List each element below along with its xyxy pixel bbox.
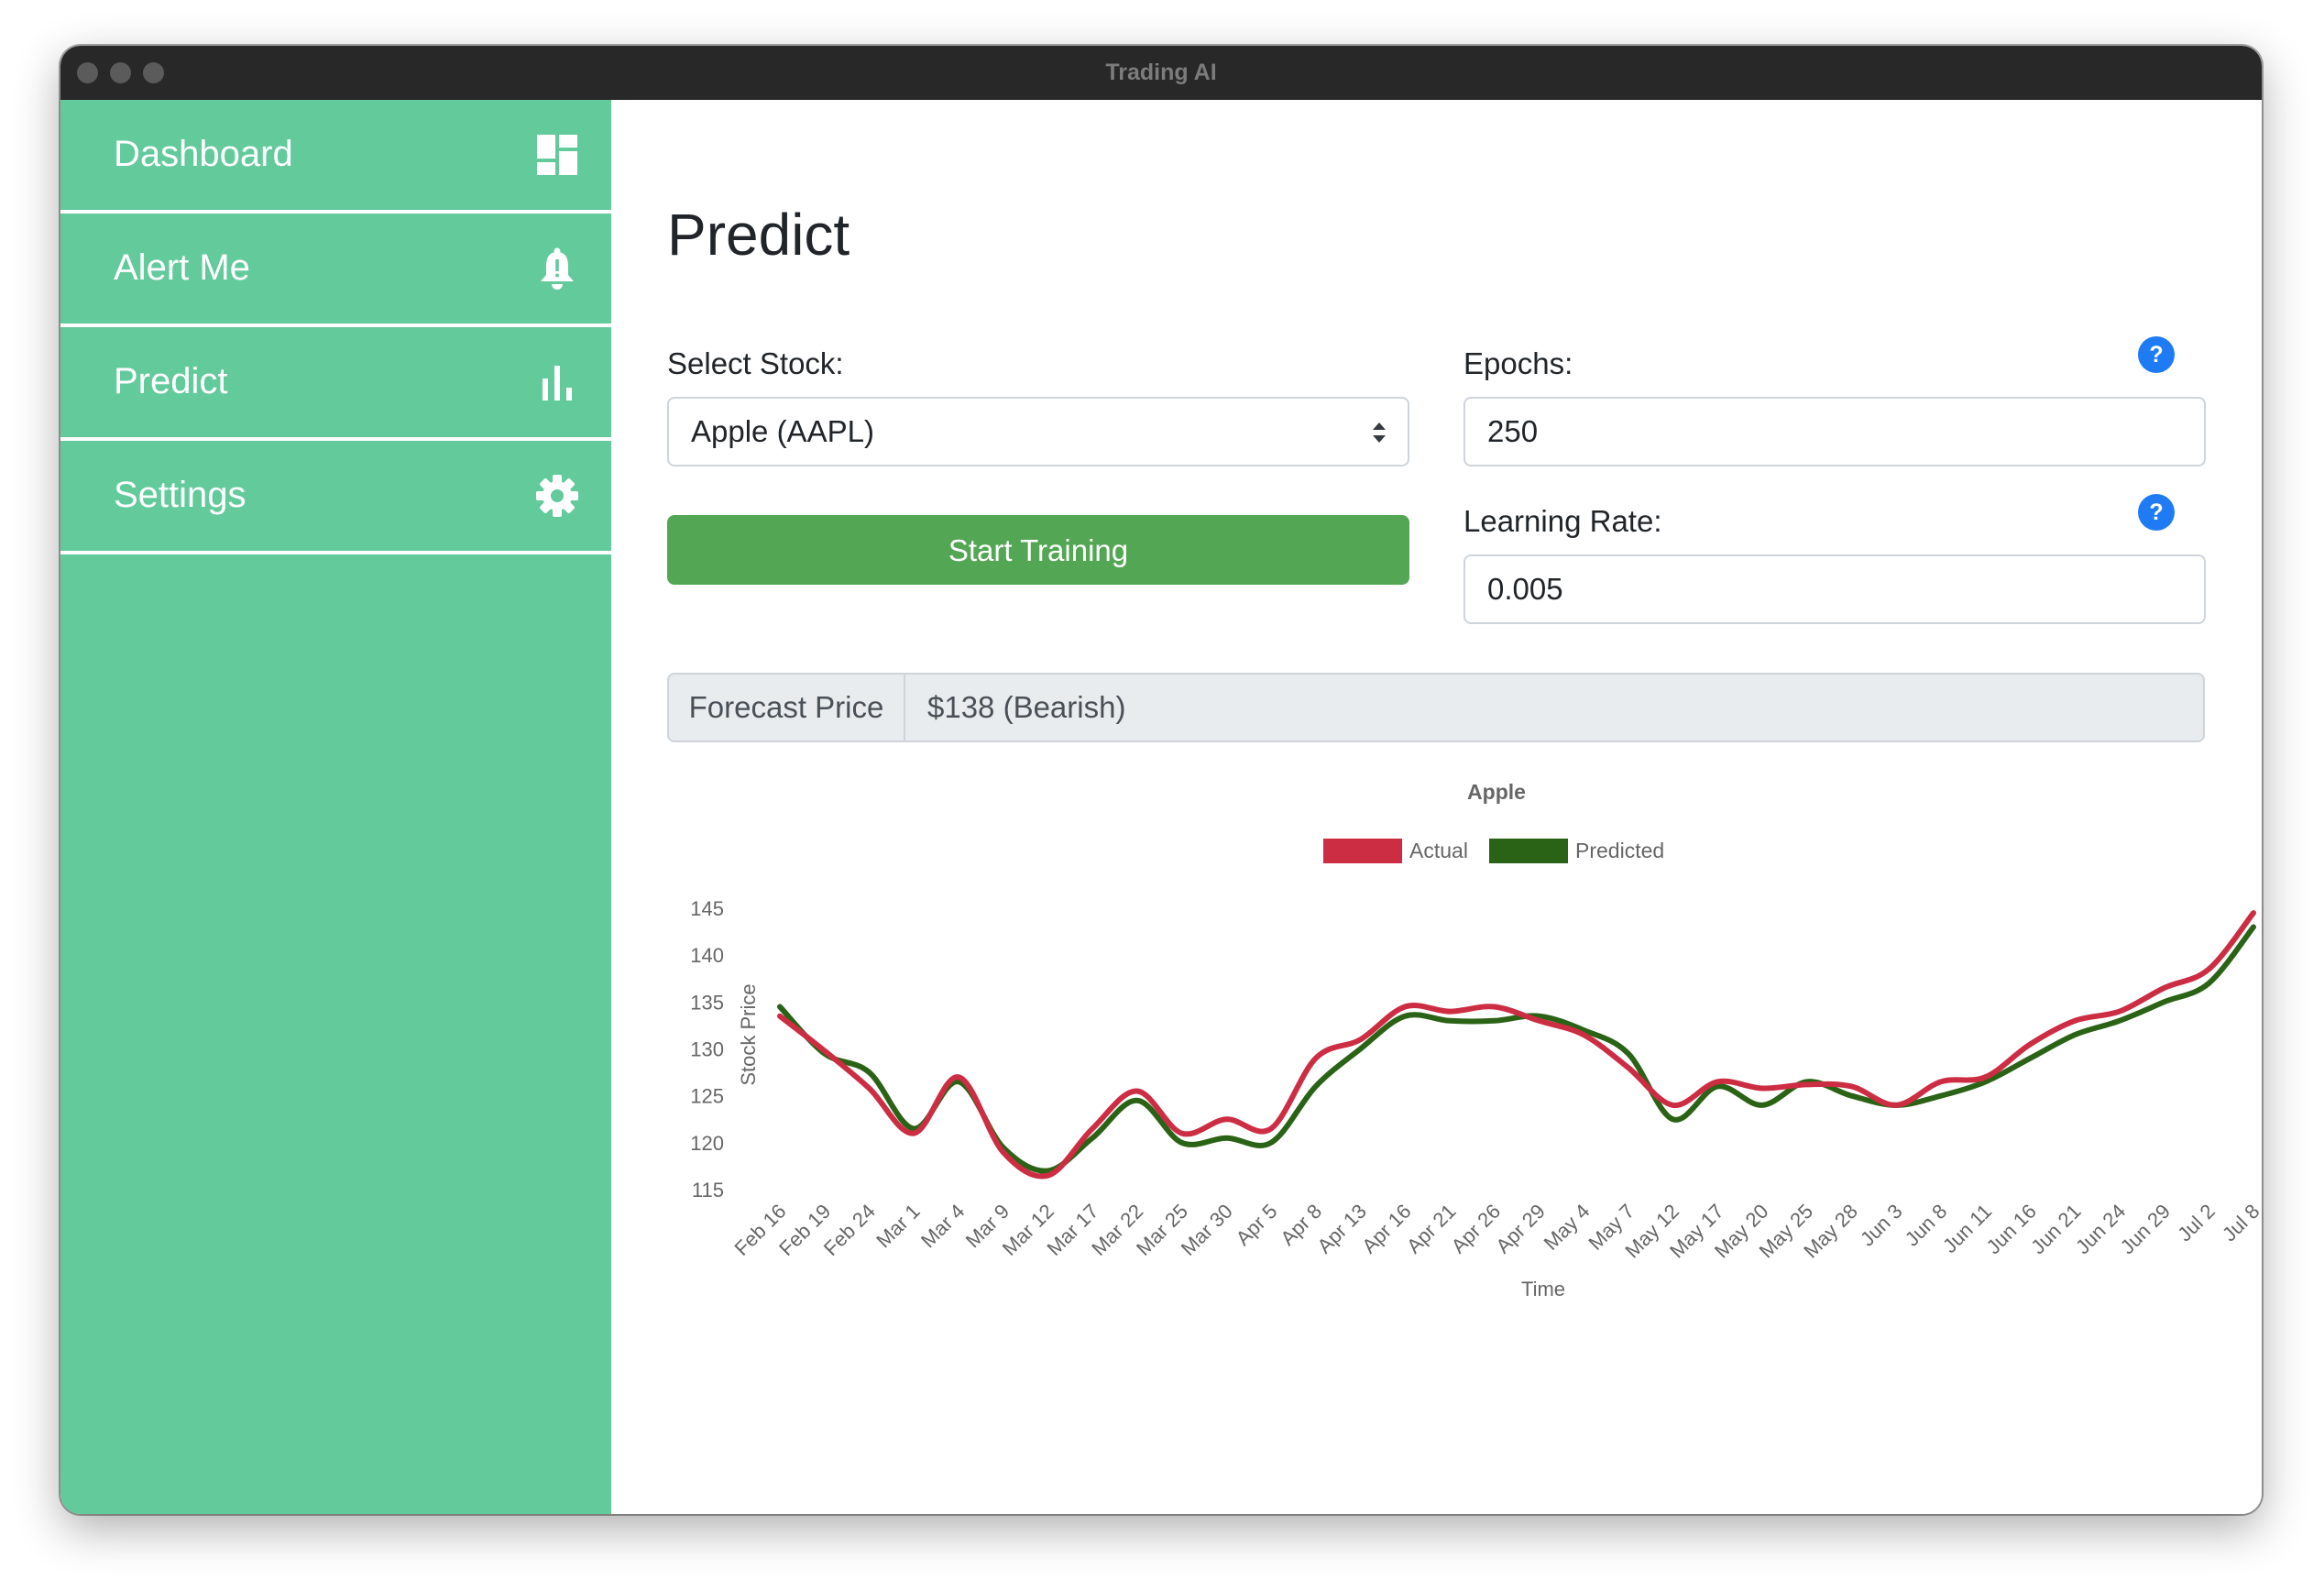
zoom-window-button[interactable] (143, 62, 164, 83)
gear-icon (536, 475, 578, 517)
x-tick-label: Apr 29 (1491, 1200, 1550, 1258)
x-tick-label: Apr 16 (1357, 1200, 1416, 1258)
x-tick-label: Jul 8 (2218, 1200, 2262, 1246)
sidebar-item-settings[interactable]: Settings (60, 441, 611, 554)
y-tick-label: 140 (690, 944, 724, 967)
sidebar-item-label: Predict (114, 361, 228, 401)
y-axis-ticks: 145 140 135 130 125 120 115 (690, 897, 724, 1201)
x-tick-label: Jul 2 (2173, 1200, 2220, 1246)
minimize-window-button[interactable] (110, 62, 131, 83)
chart-title: Apple (1467, 780, 1526, 804)
sidebar: Dashboard Alert Me Predict Settings (60, 100, 611, 1514)
sidebar-item-label: Dashboard (114, 134, 293, 174)
x-tick-label: Jun 29 (2116, 1200, 2175, 1258)
y-tick-label: 145 (690, 897, 724, 920)
sidebar-item-predict[interactable]: Predict (60, 327, 611, 441)
x-tick-label: Jun 16 (1982, 1200, 2041, 1258)
window-title: Trading AI (1105, 60, 1217, 85)
sidebar-item-label: Settings (114, 475, 247, 515)
stock-price-chart: Apple Stock Price Time Actual Predicted 1… (690, 780, 2262, 1300)
y-axis-title: Stock Price (737, 983, 760, 1085)
x-tick-label: Jun 24 (2071, 1200, 2130, 1258)
bell-icon (541, 247, 574, 290)
y-tick-label: 135 (690, 991, 724, 1014)
x-tick-label: May 4 (1540, 1200, 1595, 1255)
sidebar-item-label: Alert Me (114, 247, 250, 288)
x-axis-ticks: Feb 16Feb 19Feb 24Mar 1Mar 4Mar 9Mar 12M… (729, 1200, 2262, 1263)
x-tick-label: Jun 3 (1856, 1200, 1907, 1251)
x-tick-label: Apr 5 (1232, 1200, 1282, 1250)
chart-series (777, 910, 2256, 1180)
y-tick-label: 130 (690, 1038, 724, 1061)
y-tick-label: 120 (690, 1132, 724, 1155)
x-tick-label: Mar 30 (1177, 1200, 1237, 1260)
sidebar-item-dashboard[interactable]: Dashboard (60, 100, 611, 214)
app-window: Trading AI Dashboard Alert Me Predict Se… (60, 46, 2262, 1514)
legend-label[interactable]: Actual (1409, 839, 1468, 862)
legend-swatch[interactable] (1489, 839, 1568, 863)
x-axis-title: Time (1521, 1278, 1565, 1300)
x-tick-label: Apr 21 (1402, 1200, 1461, 1258)
x-tick-label: Apr 13 (1312, 1200, 1371, 1258)
legend-label[interactable]: Predicted (1575, 839, 1664, 862)
x-tick-label: Mar 4 (916, 1200, 969, 1252)
main-content: Predict Select Stock: Apple (AAPL) Start… (611, 100, 2262, 1514)
series-line-predicted (777, 924, 2256, 1174)
title-bar[interactable]: Trading AI (60, 46, 2262, 100)
x-tick-label: Mar 1 (872, 1200, 924, 1252)
sidebar-item-alert-me[interactable]: Alert Me (60, 214, 611, 327)
x-tick-label: Apr 26 (1447, 1200, 1506, 1258)
close-window-button[interactable] (77, 62, 98, 83)
y-tick-label: 125 (690, 1085, 724, 1108)
y-tick-label: 115 (692, 1179, 724, 1201)
x-tick-label: Feb 24 (819, 1200, 880, 1260)
dashboard-icon (537, 135, 577, 175)
chart-legend: Actual Predicted (1323, 839, 1664, 863)
x-tick-label: Jun 21 (2026, 1200, 2085, 1258)
bar-chart-icon (543, 366, 572, 400)
legend-swatch[interactable] (1323, 839, 1402, 863)
series-line-actual (777, 910, 2256, 1180)
